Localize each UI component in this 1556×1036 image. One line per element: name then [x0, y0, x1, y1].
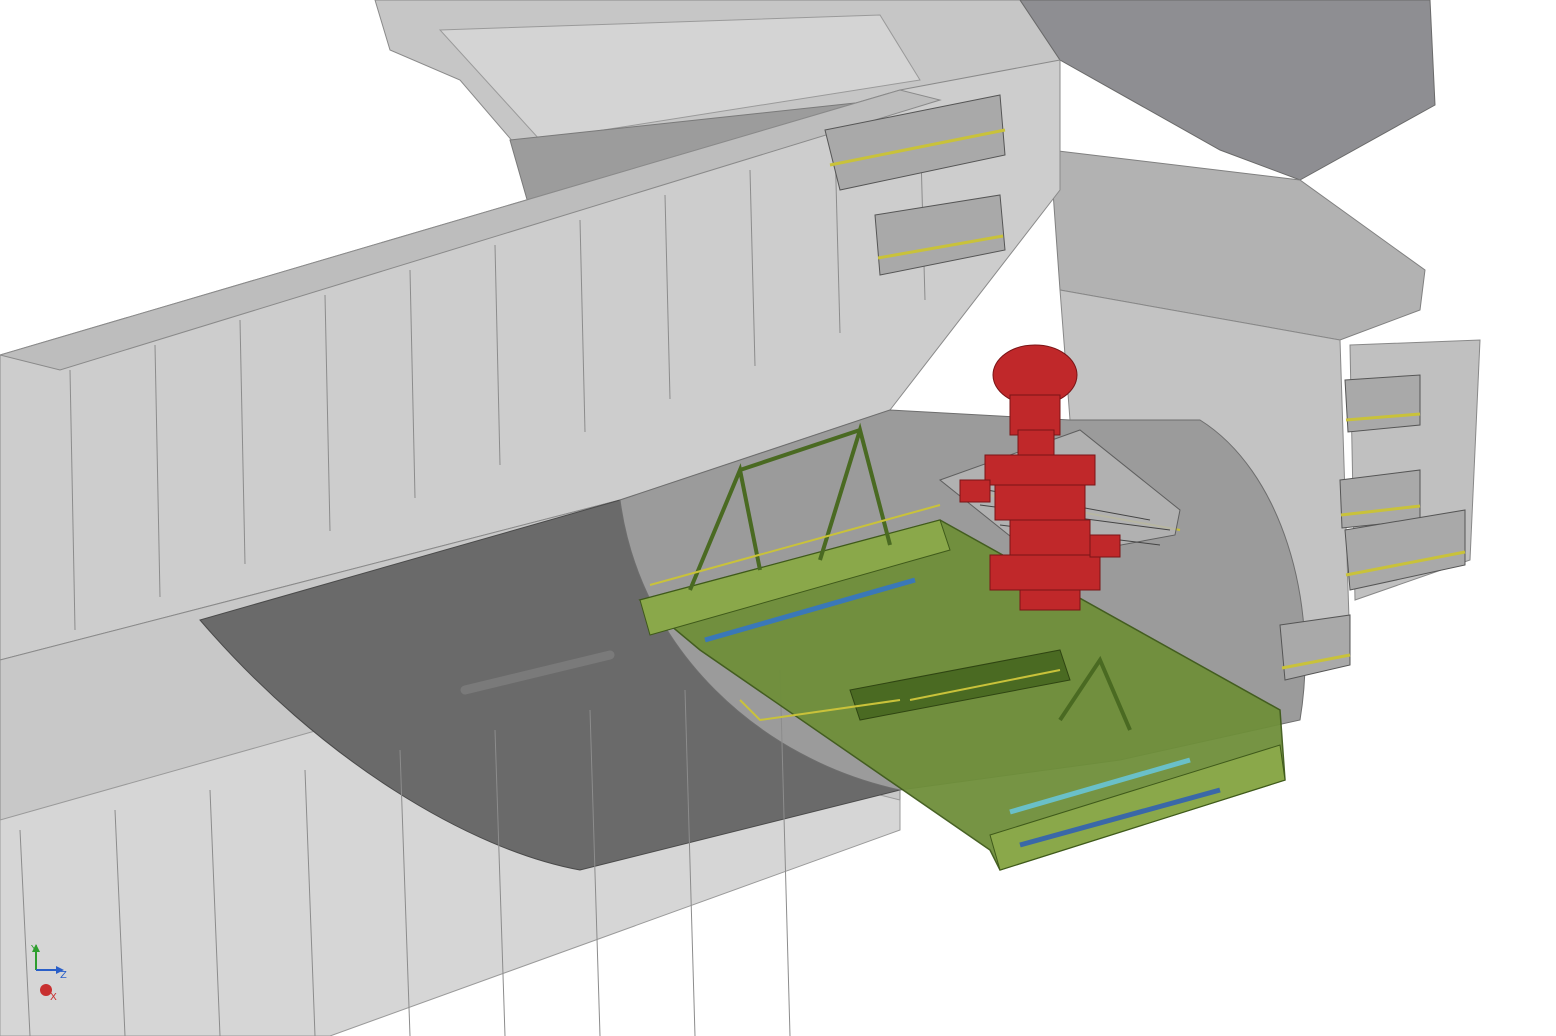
right-platform-1 [1344, 374, 1421, 433]
orientation-triad: Y Z X [30, 944, 67, 1003]
upper-deck-block-dark [1019, 0, 1436, 181]
x-axis-label: X [50, 992, 57, 1003]
3d-viewport[interactable]: Y Z X [0, 0, 1556, 1036]
z-axis-label: Z [60, 970, 67, 981]
right-platform-4 [1279, 614, 1351, 681]
y-axis-label: Y [30, 944, 38, 955]
cad-model-scene[interactable] [0, 0, 1556, 1036]
